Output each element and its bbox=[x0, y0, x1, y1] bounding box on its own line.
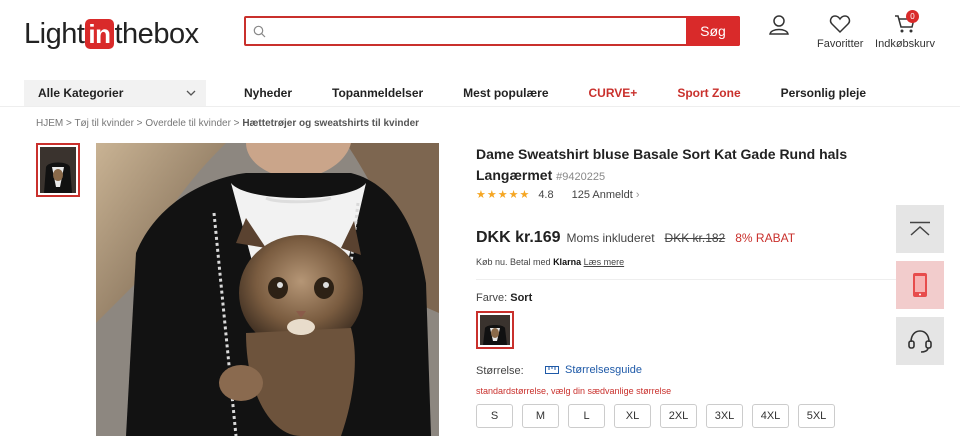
original-price: DKK kr.182 bbox=[664, 231, 726, 245]
product-sku: #9420225 bbox=[556, 171, 606, 183]
info-divider bbox=[476, 279, 896, 280]
headset-icon bbox=[908, 330, 932, 353]
size-option-m[interactable]: M bbox=[522, 404, 559, 428]
cart-label: Indkøbskurv bbox=[875, 38, 935, 50]
category-dropdown[interactable]: Alle Kategorier bbox=[24, 80, 206, 106]
search-bar: Søg bbox=[244, 16, 740, 46]
product-main-image[interactable] bbox=[96, 143, 439, 436]
tax-note: Moms inkluderet bbox=[566, 231, 655, 245]
site-logo[interactable]: Light in thebox bbox=[24, 17, 199, 51]
breadcrumb-current: Hættetrøjer og sweatshirts til kvinder bbox=[242, 118, 420, 129]
color-label: Farve: Sort bbox=[476, 292, 532, 304]
logo-text-light: Light bbox=[24, 17, 85, 50]
main-nav: Nyheder Topanmeldelser Mest populære CUR… bbox=[244, 80, 906, 106]
price-row: DKK kr.169 Moms inkluderet DKK kr.182 8%… bbox=[476, 229, 795, 247]
arrow-up-icon bbox=[910, 221, 930, 236]
search-icon bbox=[246, 18, 272, 44]
favorites-button[interactable]: Favoritter bbox=[817, 14, 863, 50]
logo-text-in: in bbox=[85, 19, 114, 49]
category-dropdown-label: Alle Kategorier bbox=[38, 86, 124, 100]
cart-button[interactable]: 0 Indkøbskurv bbox=[875, 10, 935, 50]
reviews-count: 125 Anmeldt bbox=[571, 188, 633, 201]
nav-item-nyheder[interactable]: Nyheder bbox=[244, 86, 292, 100]
size-hint: standardstørrelse, vælg din sædvanlige s… bbox=[476, 386, 672, 396]
size-option-xl[interactable]: XL bbox=[614, 404, 651, 428]
phone-icon bbox=[913, 273, 927, 297]
logo-text-thebox: thebox bbox=[114, 17, 200, 50]
nav-item-personlig-pleje[interactable]: Personlig pleje bbox=[781, 86, 866, 100]
chevron-down-icon bbox=[186, 90, 196, 96]
color-label-text: Farve: bbox=[476, 292, 508, 304]
reviews-link[interactable]: 125 Anmeldt › bbox=[572, 189, 640, 201]
search-input[interactable] bbox=[272, 18, 686, 44]
color-swatch-sort[interactable] bbox=[476, 311, 514, 349]
nav-item-sport-zone[interactable]: Sport Zone bbox=[677, 86, 740, 100]
size-guide-label: Størrelsesguide bbox=[565, 364, 643, 376]
product-title-block: Dame Sweatshirt bluse Basale Sort Kat Ga… bbox=[476, 144, 876, 188]
size-option-3xl[interactable]: 3XL bbox=[706, 404, 743, 428]
back-to-top-button[interactable] bbox=[896, 205, 944, 253]
breadcrumb: HJEM > Tøj til kvinder > Overdele til kv… bbox=[36, 118, 420, 129]
ruler-icon bbox=[545, 366, 559, 374]
nav-divider bbox=[0, 106, 960, 107]
size-option-5xl[interactable]: 5XL bbox=[798, 404, 835, 428]
nav-item-curve[interactable]: CURVE+ bbox=[589, 86, 638, 100]
account-button[interactable] bbox=[768, 14, 790, 36]
klarna-note: Køb nu. Betal med Klarna Læs mere bbox=[476, 257, 624, 267]
klarna-read-more-link[interactable]: Læs mere bbox=[584, 257, 625, 267]
customer-service-button[interactable] bbox=[896, 317, 944, 365]
swatch-image bbox=[480, 315, 510, 345]
page: Light in thebox Søg Favoritter 0 Indkøbsku… bbox=[0, 0, 960, 436]
favorites-label: Favoritter bbox=[817, 38, 864, 50]
discount-badge: 8% RABAT bbox=[735, 231, 796, 245]
nav-item-mest-populaere[interactable]: Mest populære bbox=[463, 86, 548, 100]
user-icon bbox=[769, 15, 789, 35]
breadcrumb-level-2[interactable]: Overdele til kvinder bbox=[145, 118, 231, 129]
app-download-button[interactable] bbox=[896, 261, 944, 309]
size-options: S M L XL 2XL 3XL 4XL 5XL bbox=[476, 404, 844, 428]
size-guide-link[interactable]: Størrelsesguide bbox=[545, 364, 642, 376]
product-photo bbox=[96, 143, 439, 436]
chevron-right-icon: › bbox=[635, 188, 640, 201]
color-value: Sort bbox=[510, 292, 533, 304]
klarna-prefix: Køb nu. Betal med bbox=[476, 257, 551, 267]
rating-row: ★★★★★ 4.8 125 Anmeldt › bbox=[476, 188, 640, 202]
size-option-l[interactable]: L bbox=[568, 404, 605, 428]
product-thumbnail[interactable] bbox=[36, 143, 80, 197]
klarna-brand: Klarna bbox=[553, 257, 582, 267]
thumbnail-image bbox=[40, 147, 76, 193]
size-label: Størrelse: bbox=[476, 365, 524, 377]
search-button[interactable]: Søg bbox=[686, 16, 740, 46]
breadcrumb-home[interactable]: HJEM bbox=[36, 118, 63, 129]
nav-item-topanmeldelser[interactable]: Topanmeldelser bbox=[332, 86, 423, 100]
size-option-4xl[interactable]: 4XL bbox=[752, 404, 789, 428]
size-option-s[interactable]: S bbox=[476, 404, 513, 428]
product-title: Dame Sweatshirt bluse Basale Sort Kat Ga… bbox=[476, 146, 848, 183]
size-option-2xl[interactable]: 2XL bbox=[660, 404, 697, 428]
heart-icon bbox=[830, 15, 851, 34]
cart-count-badge: 0 bbox=[906, 10, 919, 23]
rating-value: 4.8 bbox=[538, 188, 554, 201]
current-price: DKK kr.169 bbox=[476, 229, 561, 246]
breadcrumb-level-1[interactable]: Tøj til kvinder bbox=[74, 118, 133, 129]
rating-stars-icon: ★★★★★ bbox=[476, 189, 531, 201]
